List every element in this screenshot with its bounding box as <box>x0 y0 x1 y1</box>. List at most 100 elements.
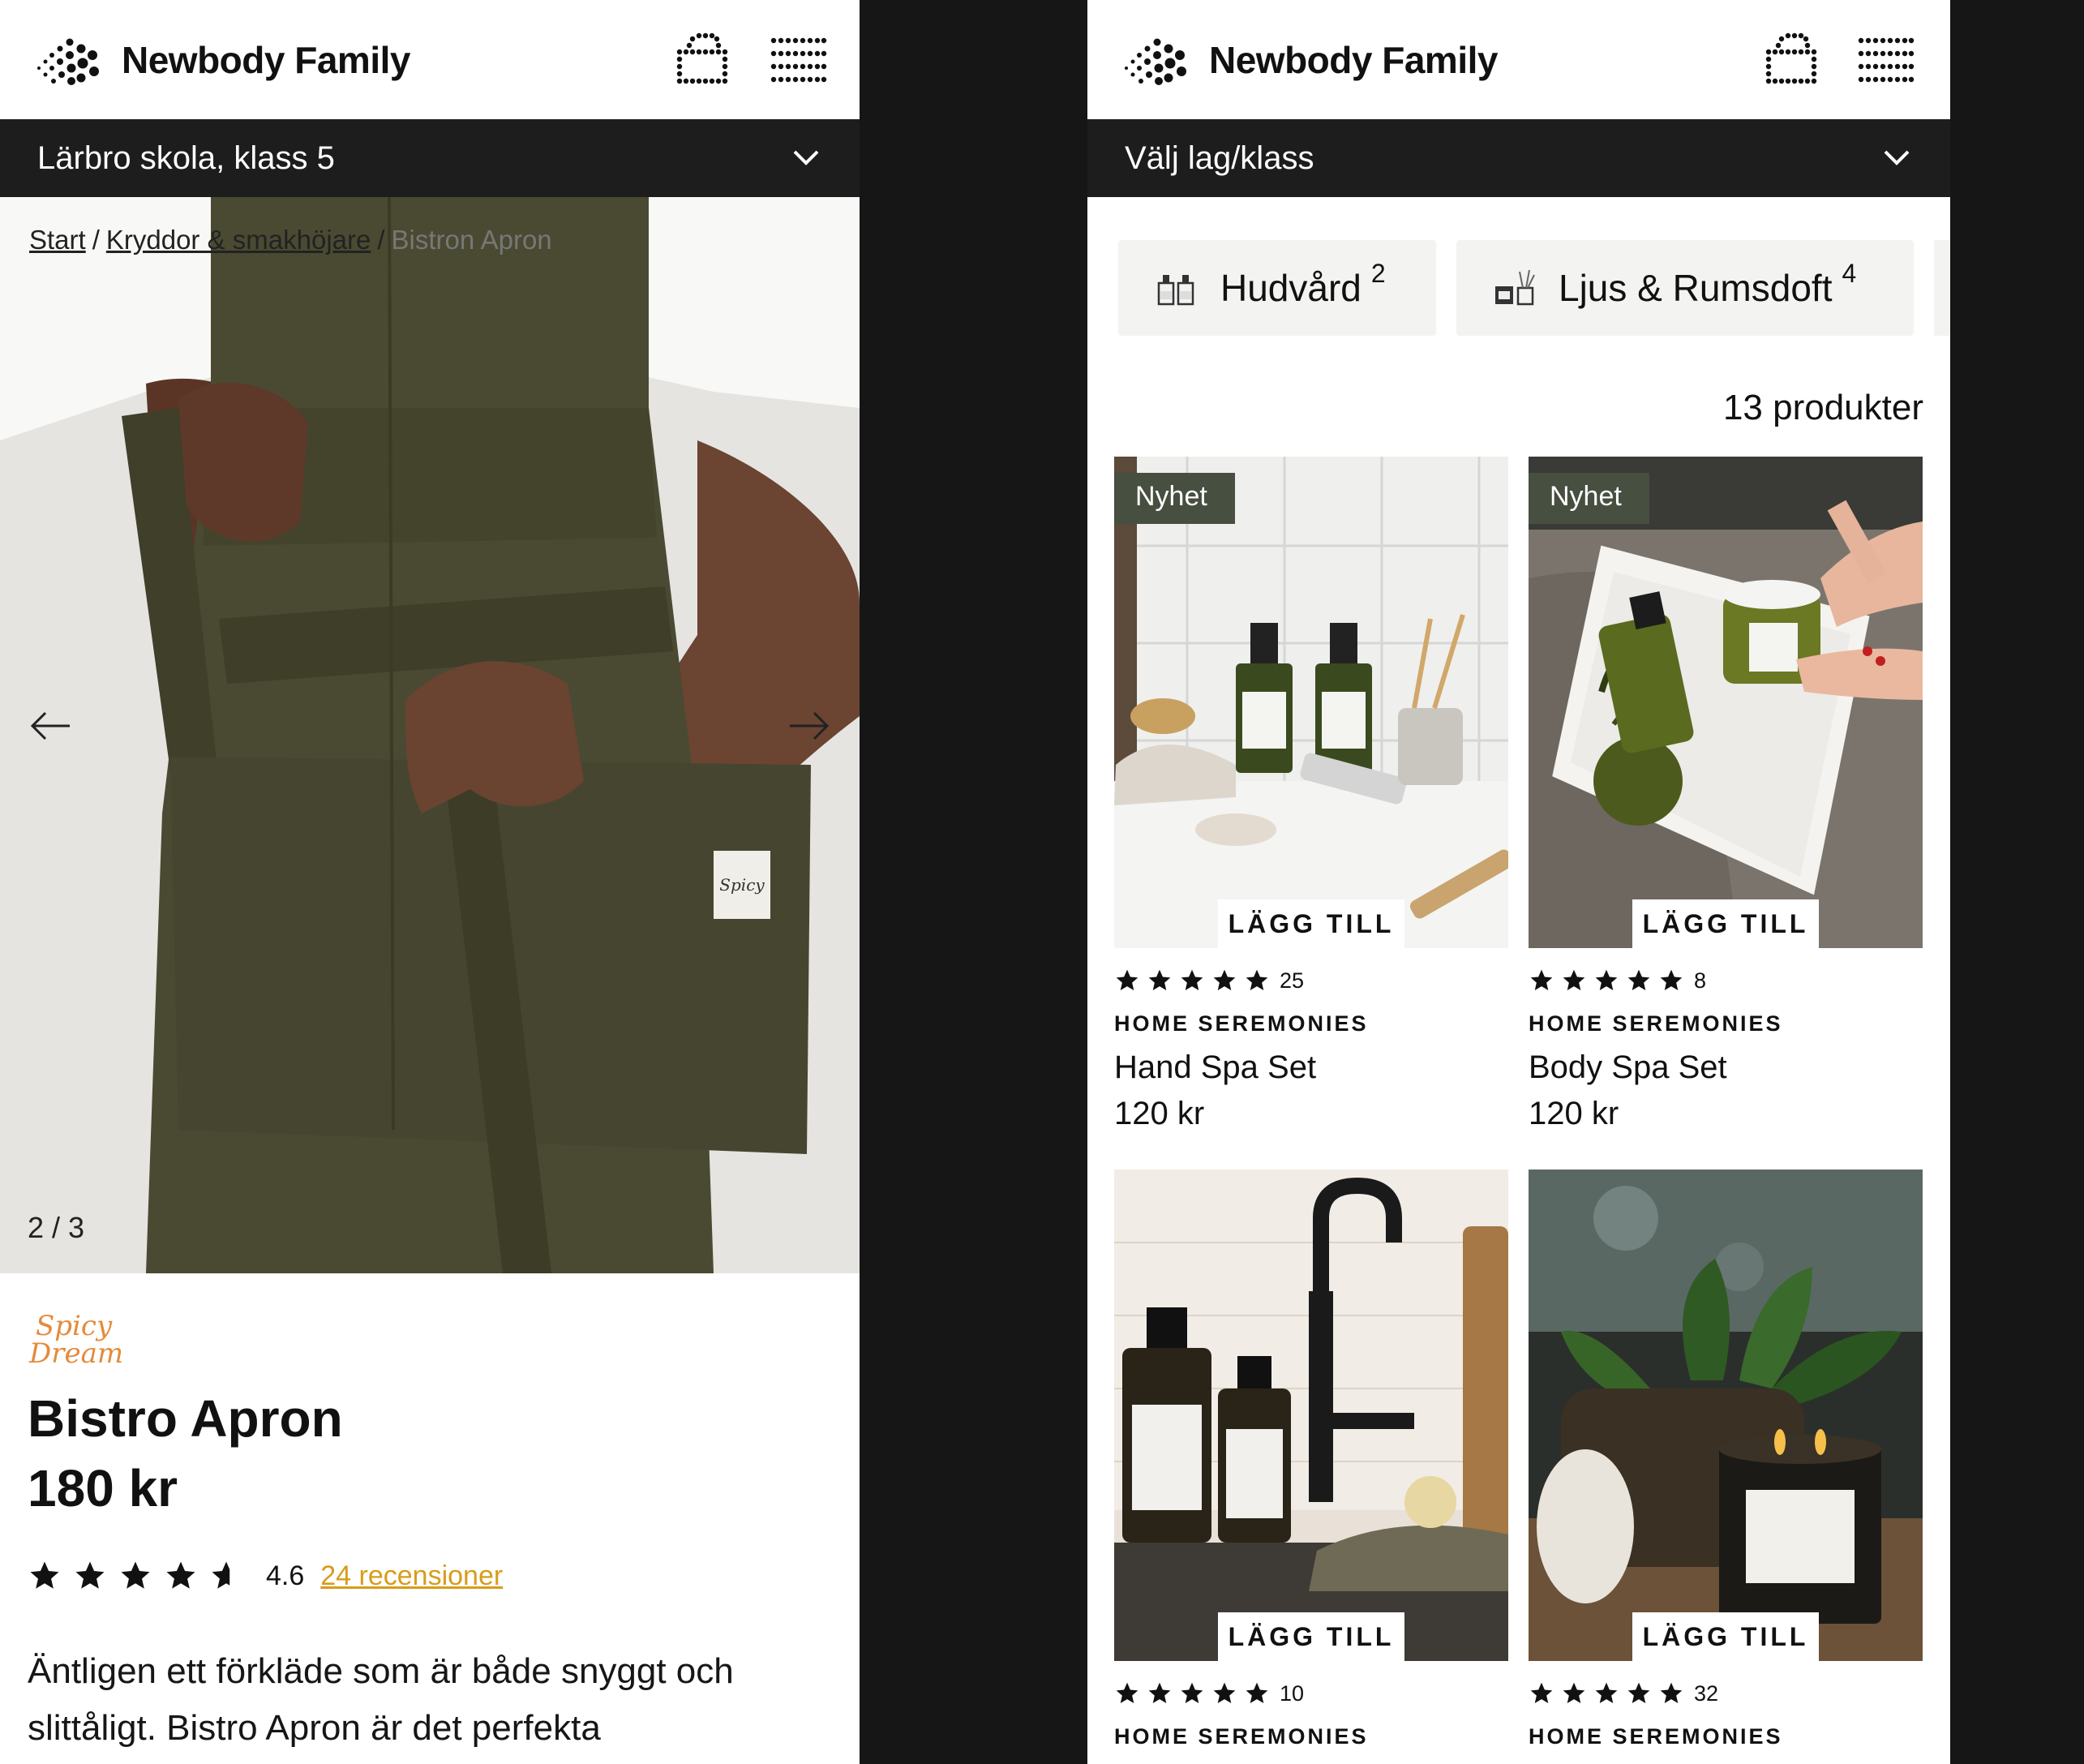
dream-logo-text: Dream <box>28 1337 123 1370</box>
star-icon <box>1660 1682 1683 1703</box>
arrow-right-icon[interactable] <box>787 708 832 744</box>
star-icon <box>1530 969 1553 990</box>
arrow-left-icon[interactable] <box>28 708 73 744</box>
product-title[interactable]: Body Spa Set <box>1529 1049 1923 1086</box>
category-chip-partial[interactable] <box>1934 240 1950 336</box>
star-icon <box>1660 969 1683 990</box>
product-price: 180 kr <box>28 1459 178 1517</box>
new-badge: Nyhet <box>1114 473 1235 524</box>
star-icon <box>1595 969 1618 990</box>
review-count: 25 <box>1280 968 1305 993</box>
hand-spa-set-photo <box>1114 457 1508 948</box>
rating-stars <box>1114 968 1276 994</box>
brand-name: Newbody Family <box>122 39 410 81</box>
product-name: Bistro Apron <box>28 1389 343 1448</box>
product-card[interactable]: LÄGG TILL 10 HOME SEREMONIES <box>1114 1170 1508 1749</box>
product-image[interactable]: Nyhet LÄGG TILL <box>1114 457 1508 948</box>
site-header: Newbody Family <box>1087 0 1950 119</box>
team-selector-label: Lärbro skola, klass 5 <box>37 140 335 176</box>
category-chip-hudvard[interactable]: Hudvård 2 <box>1118 240 1436 336</box>
category-count: 2 <box>1370 258 1386 288</box>
star-icon <box>1213 969 1236 990</box>
review-count: 32 <box>1694 1680 1719 1706</box>
image-counter: 2 / 3 <box>28 1211 85 1244</box>
site-logo[interactable]: Newbody Family <box>1120 31 1498 89</box>
bag-icon[interactable] <box>1764 32 1822 88</box>
product-card[interactable]: Nyhet LÄGG TILL 25 HOME SEREMONIES Hand … <box>1114 457 1508 1132</box>
card-rating: 10 <box>1114 1679 1508 1708</box>
product-brand: HOME SEREMONIES <box>1114 1011 1369 1036</box>
add-to-cart-button[interactable]: LÄGG TILL <box>1218 1612 1404 1661</box>
team-selector[interactable]: Välj lag/klass <box>1087 119 1950 197</box>
star-icon <box>30 1561 59 1589</box>
rating-stars <box>1529 968 1691 994</box>
star-icon <box>1148 969 1171 990</box>
star-icon <box>1595 1682 1618 1703</box>
category-label: Ljus & Rumsdoft <box>1559 267 1833 309</box>
star-icon <box>75 1561 105 1589</box>
card-rating: 25 <box>1114 966 1508 995</box>
product-image[interactable]: LÄGG TILL <box>1529 1170 1923 1661</box>
site-header: Newbody Family <box>0 0 860 119</box>
star-icon <box>1627 969 1650 990</box>
product-page-screen: Newbody Family Lärbro skola, klass 5 Spi… <box>0 0 860 1764</box>
rating-stars <box>1529 1680 1691 1706</box>
product-card[interactable]: Nyhet LÄGG TILL 8 HOME SEREMONIES Body S… <box>1529 457 1923 1132</box>
breadcrumb-category-link[interactable]: Kryddor & smakhöjare <box>106 225 371 255</box>
card-rating: 32 <box>1529 1679 1923 1708</box>
menu-icon[interactable] <box>769 32 827 88</box>
breadcrumb-separator: / <box>377 225 385 255</box>
chevron-down-icon <box>1884 150 1910 165</box>
add-to-cart-button[interactable]: LÄGG TILL <box>1632 899 1819 948</box>
breadcrumb: Start / Kryddor & smakhöjare / Bistron Apron <box>29 225 552 255</box>
product-count: 13 produkter <box>1722 388 1923 427</box>
star-icon <box>1563 969 1585 990</box>
menu-icon[interactable] <box>1856 32 1915 88</box>
product-brand: HOME SEREMONIES <box>1114 1724 1369 1749</box>
product-price: 120 kr <box>1529 1096 1619 1131</box>
product-description: Äntligen ett förkläde som är både snyggt… <box>28 1651 734 1748</box>
product-image-carousel[interactable]: Spicy Start / Kryddor & smakhöjare / Bistron… <box>0 197 860 1273</box>
add-to-cart-button[interactable]: LÄGG TILL <box>1632 1612 1819 1661</box>
breadcrumb-start-link[interactable]: Start <box>29 225 86 255</box>
brand-name: Newbody Family <box>1209 39 1498 81</box>
product-title[interactable]: Hand Spa Set <box>1114 1049 1508 1086</box>
product-image[interactable]: LÄGG TILL <box>1114 1170 1508 1661</box>
star-icon <box>1627 1682 1650 1703</box>
star-icon <box>1116 969 1138 990</box>
product-card[interactable]: LÄGG TILL 32 HOME SEREMONIES <box>1529 1170 1923 1749</box>
product-brand: HOME SEREMONIES <box>1529 1724 1783 1749</box>
review-count: 10 <box>1280 1680 1305 1706</box>
candle-diffuser-icon <box>1495 269 1535 306</box>
site-logo[interactable]: Newbody Family <box>32 31 410 89</box>
category-count: 4 <box>1842 258 1857 288</box>
category-page-screen: Newbody Family Välj lag/klass Hudvård 2 … <box>1087 0 1950 1764</box>
product-price: 120 kr <box>1114 1096 1205 1131</box>
breadcrumb-separator: / <box>92 225 100 255</box>
new-badge: Nyhet <box>1529 473 1649 524</box>
rating-value: 4.6 <box>266 1560 305 1591</box>
category-chip-ljus-rumsdoft[interactable]: Ljus & Rumsdoft 4 <box>1456 240 1914 336</box>
candle-photo <box>1529 1170 1923 1661</box>
star-icon <box>1181 1682 1203 1703</box>
star-icon <box>121 1561 150 1589</box>
star-icon <box>1246 1682 1268 1703</box>
star-icon <box>1213 1682 1236 1703</box>
star-icon <box>1563 1682 1585 1703</box>
body-spa-set-photo <box>1529 457 1923 948</box>
breadcrumb-current: Bistron Apron <box>391 225 552 255</box>
product-rating: 4.6 24 recensioner <box>28 1556 503 1596</box>
soap-set-photo <box>1114 1170 1508 1661</box>
bag-icon[interactable] <box>675 32 733 88</box>
bottles-icon <box>1157 275 1194 306</box>
chevron-down-icon <box>793 150 819 165</box>
star-icon <box>212 1561 230 1589</box>
reviews-link[interactable]: 24 recensioner <box>320 1560 503 1592</box>
star-icon <box>166 1561 195 1589</box>
card-rating: 8 <box>1529 966 1923 995</box>
team-selector[interactable]: Lärbro skola, klass 5 <box>0 119 860 197</box>
review-count: 8 <box>1694 968 1707 993</box>
add-to-cart-button[interactable]: LÄGG TILL <box>1218 899 1404 948</box>
product-brand: HOME SEREMONIES <box>1529 1011 1783 1036</box>
product-image[interactable]: Nyhet LÄGG TILL <box>1529 457 1923 948</box>
